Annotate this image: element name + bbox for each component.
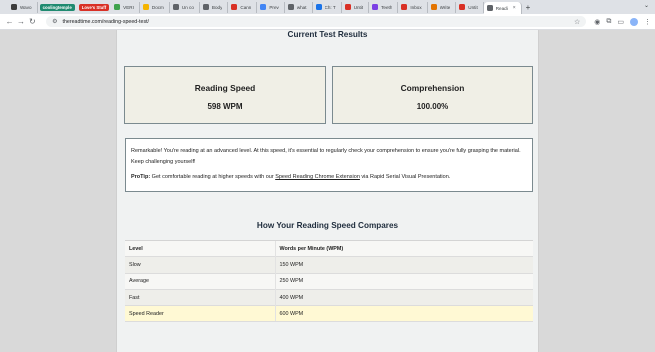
browser-tab[interactable]: coolingtemple	[38, 2, 77, 13]
tab-favicon-icon	[231, 4, 238, 10]
table-header-row: Level Words per Minute (WPM)	[125, 239, 533, 257]
tab-title: Body	[211, 4, 223, 10]
tab-search-icon[interactable]: ⌄	[644, 2, 649, 9]
tab-favicon-icon	[202, 4, 209, 10]
tab-strip: Wavo coolingtemple Love's Stuff VERI Docm Un …	[0, 0, 655, 14]
header-wpm: Words per Minute (WPM)	[274, 239, 533, 257]
browser-tab[interactable]: Teeth	[369, 1, 399, 13]
tab-group-label[interactable]: Love's Stuff	[78, 3, 110, 11]
row-wpm: 150 WPM	[274, 256, 533, 274]
speed-comparison-table: Level Words per Minute (WPM) Slow 150 WP…	[125, 239, 533, 323]
browser-tab[interactable]: Docm	[140, 1, 170, 13]
browser-tab[interactable]: Write	[428, 1, 457, 13]
header-level: Level	[125, 239, 275, 257]
tab-title: Readi	[495, 5, 508, 11]
tab-favicon-icon	[287, 4, 294, 10]
browser-tab[interactable]: what	[285, 1, 313, 13]
tab-favicon-icon	[459, 4, 466, 10]
tab-title: Untit	[468, 4, 478, 10]
tab-title: Inbox	[410, 4, 422, 10]
url-text: thereadtime.com/reading-speed-test/	[62, 18, 150, 25]
tab-favicon-icon	[11, 4, 17, 10]
address-bar[interactable]: ⚙ thereadtime.com/reading-speed-test/ ☆	[46, 16, 587, 27]
browser-tab[interactable]: Prev	[257, 1, 285, 13]
table-row: Fast 400 WPM	[125, 288, 533, 306]
site-info-icon[interactable]: ⚙	[52, 18, 57, 25]
tab-title: Write	[439, 4, 451, 10]
forward-icon[interactable]: →	[15, 17, 26, 26]
reading-speed-card: Reading Speed 598 WPM	[124, 66, 326, 124]
tab-title: Untit	[353, 4, 364, 10]
bookmark-star-icon[interactable]: ☆	[574, 18, 580, 26]
table-row: Slow 150 WPM	[125, 256, 533, 274]
tab-favicon-icon	[401, 4, 408, 10]
browser-tab[interactable]: Wavo	[8, 1, 38, 13]
tab-title: Un co	[181, 4, 194, 10]
comprehension-label: Comprehension	[400, 83, 465, 93]
browser-tab[interactable]: Body	[200, 1, 229, 13]
speed-reading-extension-link[interactable]: Speed Reading Chrome Extension	[275, 174, 360, 180]
reading-speed-value: 598 WPM	[207, 102, 243, 111]
row-wpm: 250 WPM	[274, 272, 533, 290]
row-level: Fast	[125, 288, 275, 306]
browser-tab[interactable]: Love's Stuff	[77, 2, 111, 13]
extension-icon[interactable]: ◉	[594, 18, 600, 26]
browser-tab[interactable]: Inbox	[398, 1, 428, 13]
profile-avatar[interactable]	[630, 17, 638, 26]
tab-title: VERI	[123, 4, 134, 10]
tab-title: Wavo	[20, 4, 32, 10]
browser-tab[interactable]: VERI	[111, 1, 140, 13]
tab-favicon-icon	[260, 4, 267, 10]
row-level: Slow	[125, 256, 275, 274]
tab-title: Cann	[240, 4, 252, 10]
tab-title: Ch: T	[324, 4, 336, 10]
tab-favicon-icon	[344, 4, 351, 10]
row-wpm: 600 WPM	[274, 305, 533, 323]
comprehension-value: 100.00%	[416, 102, 449, 111]
feedback-message: Remarkable! You're reading at an advance…	[131, 148, 521, 165]
tab-favicon-icon	[315, 4, 322, 10]
protip-suffix: via Rapid Serial Visual Presentation.	[359, 174, 451, 180]
menu-kebab-icon[interactable]: ⋮	[644, 18, 651, 26]
tab-favicon-icon	[114, 4, 121, 10]
browser-tab[interactable]: Readi ×	[483, 2, 522, 14]
table-row-highlighted: Speed Reader 600 WPM	[125, 305, 533, 323]
feedback-notice: Remarkable! You're reading at an advance…	[125, 138, 533, 192]
browser-toolbar: ← → ↻ ⚙ thereadtime.com/reading-speed-te…	[0, 14, 655, 30]
protip: ProTip: Get comfortable reading at highe…	[131, 172, 527, 183]
tab-title: Prev	[269, 4, 279, 10]
tab-title: Teeth	[381, 4, 393, 10]
new-tab-icon[interactable]: +	[526, 3, 531, 12]
page-content: Current Test Results Reading Speed 598 W…	[116, 30, 539, 352]
protip-text: Get comfortable reading at higher speeds…	[150, 174, 276, 180]
tab-favicon-icon	[172, 4, 179, 10]
row-level: Speed Reader	[125, 305, 275, 323]
protip-label: ProTip:	[131, 174, 151, 180]
reading-speed-label: Reading Speed	[194, 83, 256, 93]
comprehension-card: Comprehension 100.00%	[332, 66, 533, 124]
table-row: Average 250 WPM	[125, 272, 533, 290]
back-icon[interactable]: ←	[4, 17, 15, 26]
tab-favicon-icon	[430, 4, 437, 10]
browser-tab[interactable]: Ch: T	[313, 1, 342, 13]
comparison-title: How Your Reading Speed Compares	[256, 221, 399, 230]
extensions-puzzle-icon[interactable]: ⧉	[606, 18, 611, 26]
reload-icon[interactable]: ↻	[27, 17, 38, 26]
row-level: Average	[125, 272, 275, 290]
close-tab-icon[interactable]: ×	[513, 5, 516, 11]
browser-tab[interactable]: Cann	[228, 1, 258, 13]
row-wpm: 400 WPM	[274, 288, 533, 306]
tab-favicon-icon	[142, 4, 149, 10]
tab-favicon-icon	[486, 5, 493, 11]
tab-title: what	[296, 4, 307, 10]
tab-group-label[interactable]: coolingtemple	[39, 3, 75, 11]
browser-tab[interactable]: Un co	[170, 1, 200, 13]
tab-favicon-icon	[372, 4, 379, 10]
sidebar-icon[interactable]: ▭	[617, 18, 624, 26]
browser-tab[interactable]: Untit	[456, 1, 484, 13]
results-title: Current Test Results	[287, 30, 368, 39]
tab-title: Docm	[151, 4, 164, 10]
browser-tab[interactable]: Untit	[342, 1, 370, 13]
